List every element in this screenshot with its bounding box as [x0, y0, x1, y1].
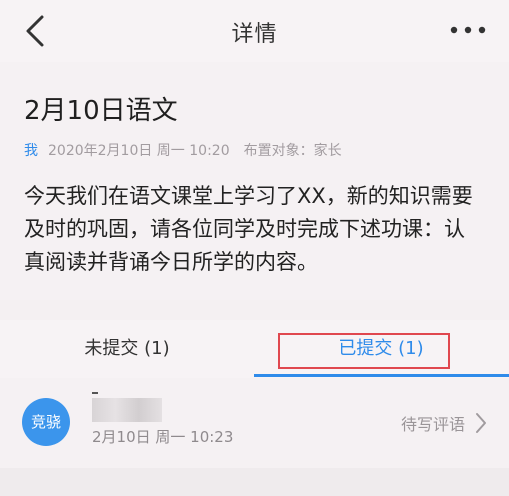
avatar: 竞骁 [22, 398, 70, 446]
author-label: 我 [24, 143, 38, 159]
more-horizontal-icon[interactable] [449, 22, 487, 38]
submission-row[interactable]: 竞骁 2月10日 周一 10:23 待写评语 [0, 378, 509, 468]
student-name-redacted [92, 398, 162, 422]
active-tab-indicator [254, 374, 509, 377]
assignment-title: 2月10日语文 [24, 96, 178, 126]
chevron-right-icon[interactable] [475, 412, 487, 434]
student-name-dash [92, 392, 98, 394]
assignment-detail: 2月10日语文 我 2020年2月10日 周一 10:20 布置对象：家长 今天我们… [0, 62, 509, 300]
audience-label: 布置对象：家长 [243, 143, 342, 159]
bottom-area [0, 468, 509, 496]
top-nav-bar: 详情 [0, 0, 509, 62]
assignment-content: 今天我们在语文课堂上学习了XX，新的知识需要及时的巩固，请各位同学及时完成下述功… [24, 184, 473, 274]
assignment-meta: 我 2020年2月10日 周一 10:20 布置对象：家长 [24, 140, 342, 160]
highlight-box [278, 333, 450, 369]
publish-datetime: 2020年2月10日 周一 10:20 [48, 143, 230, 159]
comment-status[interactable]: 待写评语 [401, 411, 465, 435]
submission-time: 2月10日 周一 10:23 [92, 428, 234, 446]
page-title: 详情 [231, 22, 278, 47]
tab-not-submitted[interactable]: 未提交 (1) [0, 320, 254, 378]
